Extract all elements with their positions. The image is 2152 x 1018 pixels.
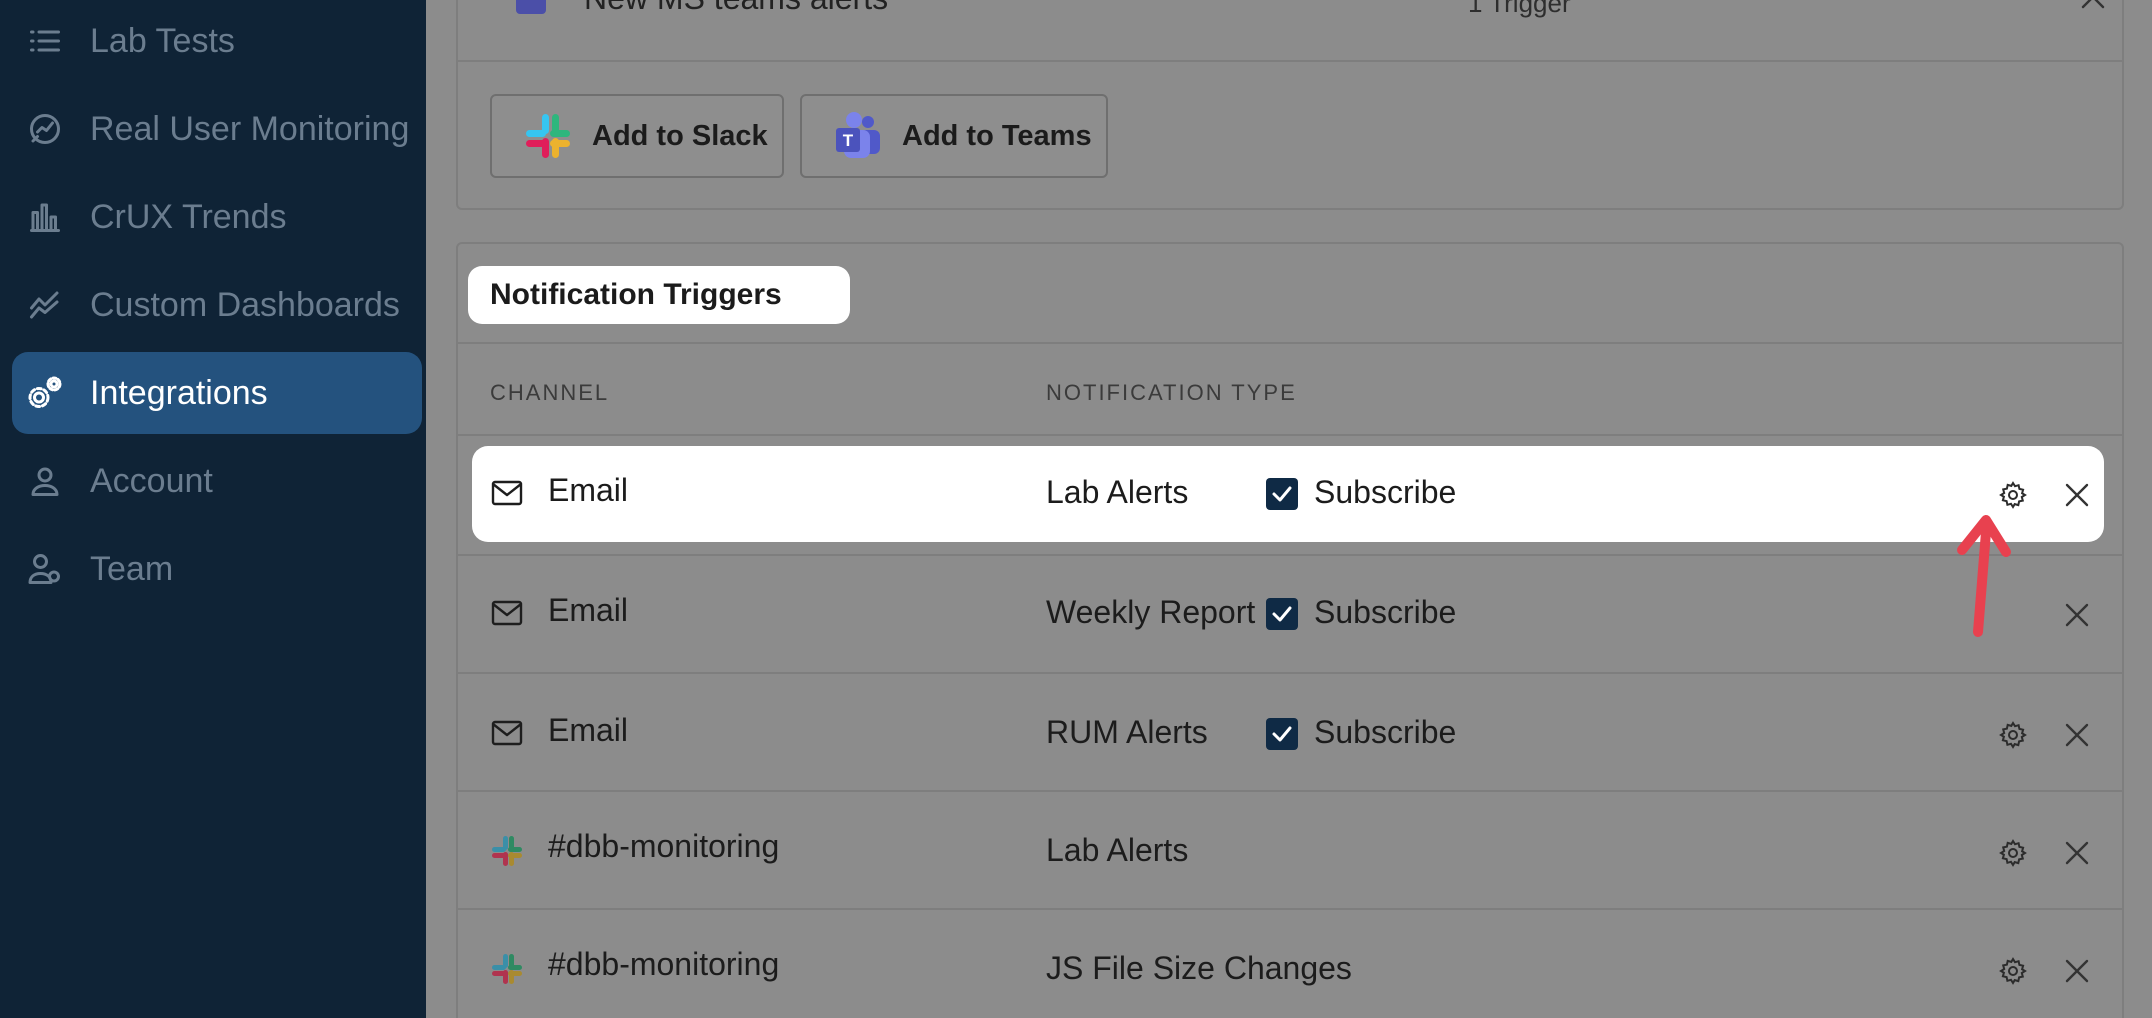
channel-name: Email (548, 592, 629, 628)
close-icon[interactable] (2078, 0, 2108, 12)
slack-icon (492, 836, 522, 866)
sidebar-item-label: Integrations (90, 373, 268, 412)
sidebar-item-label: Account (90, 461, 213, 500)
notification-type: Lab Alerts (1046, 832, 1189, 868)
sidebar-item-integrations[interactable]: Integrations (12, 352, 422, 434)
delete-close-icon[interactable] (2062, 838, 2092, 868)
sidebar-item-account[interactable]: Account (12, 440, 422, 522)
table-row: Email RUM Alerts Subscribe (458, 674, 2122, 792)
column-header-notification-type: NOTIFICATION TYPE (1046, 380, 1297, 405)
sidebar-item-label: Team (90, 549, 174, 588)
line-chart-icon (26, 286, 64, 324)
sidebar-item-label: Lab Tests (90, 21, 235, 60)
channel-name: Email (548, 472, 629, 508)
settings-gear-icon[interactable] (1998, 720, 2028, 750)
sidebar-item-label: CrUX Trends (90, 197, 287, 236)
user-icon (26, 462, 64, 500)
teams-icon (516, 0, 546, 14)
notification-type: RUM Alerts (1046, 714, 1208, 750)
add-to-slack-label: Add to Slack (592, 119, 768, 152)
gears-icon (26, 374, 64, 412)
section-title: Notification Triggers (468, 266, 850, 324)
add-to-slack-button[interactable]: Add to Slack (490, 94, 784, 178)
subscribe-label: Subscribe (1314, 594, 1457, 630)
column-header-channel: CHANNEL (490, 380, 610, 405)
main-content: New MS teams alerts 1 Trigger Add to Sla… (426, 0, 2152, 1018)
team-icon (26, 550, 64, 588)
channel-name: Email (548, 712, 629, 748)
subscribe-checkbox[interactable] (1266, 718, 1298, 750)
sidebar-item-lab-tests[interactable]: Lab Tests (12, 0, 422, 82)
delete-close-icon[interactable] (2062, 956, 2092, 986)
divider (458, 60, 2122, 62)
divider (458, 342, 2122, 344)
sidebar-item-label: Real User Monitoring (90, 109, 410, 148)
sidebar-item-crux-trends[interactable]: CrUX Trends (12, 176, 422, 258)
add-to-teams-button[interactable]: T Add to Teams (800, 94, 1108, 178)
delete-close-icon[interactable] (2062, 720, 2092, 750)
notification-type: Lab Alerts (1046, 474, 1189, 510)
sidebar-item-real-user-monitoring[interactable]: Real User Monitoring (12, 88, 422, 170)
list-icon (26, 22, 64, 60)
teams-icon: T (836, 112, 880, 158)
divider (458, 434, 2122, 436)
delete-close-icon[interactable] (2062, 480, 2092, 510)
sidebar-item-custom-dashboards[interactable]: Custom Dashboards (12, 264, 422, 346)
slack-icon (492, 954, 522, 984)
notification-triggers-card: Notification Triggers CHANNEL NOTIFICATI… (456, 242, 2124, 1018)
sidebar-item-label: Custom Dashboards (90, 285, 400, 324)
settings-gear-icon[interactable] (1998, 838, 2028, 868)
channel-name: #dbb-monitoring (548, 946, 780, 982)
bar-chart-icon (26, 198, 64, 236)
mail-icon (490, 476, 524, 510)
channel-name: #dbb-monitoring (548, 828, 780, 864)
table-row: #dbb-monitoring JS File Size Changes (458, 910, 2122, 1018)
notification-type: JS File Size Changes (1046, 950, 1352, 986)
sidebar-item-team[interactable]: Team (12, 528, 422, 610)
sidebar: Lab Tests Real User Monitoring CrUX Tren… (0, 0, 426, 1018)
add-to-teams-label: Add to Teams (902, 119, 1092, 152)
mail-icon (490, 716, 524, 750)
subscribe-checkbox[interactable] (1266, 598, 1298, 630)
table-row: #dbb-monitoring Lab Alerts (458, 792, 2122, 910)
settings-gear-icon[interactable] (1998, 956, 2028, 986)
subscribe-label: Subscribe (1314, 474, 1457, 510)
annotation-arrow (1957, 515, 2011, 637)
gauge-icon (26, 110, 64, 148)
delete-close-icon[interactable] (2062, 600, 2092, 630)
mail-icon (490, 596, 524, 630)
table-row: Email Lab Alerts Subscribe (472, 446, 2104, 542)
svg-text:T: T (843, 131, 854, 150)
table-row: Email Weekly Report Subscribe (458, 556, 2122, 674)
notification-type: Weekly Report (1046, 594, 1256, 630)
integration-title: New MS teams alerts (584, 0, 888, 17)
integrations-card: New MS teams alerts 1 Trigger Add to Sla… (456, 0, 2124, 210)
slack-icon (526, 114, 570, 158)
subscribe-checkbox[interactable] (1266, 478, 1298, 510)
trigger-count: 1 Trigger (1468, 0, 1571, 18)
subscribe-label: Subscribe (1314, 714, 1457, 750)
